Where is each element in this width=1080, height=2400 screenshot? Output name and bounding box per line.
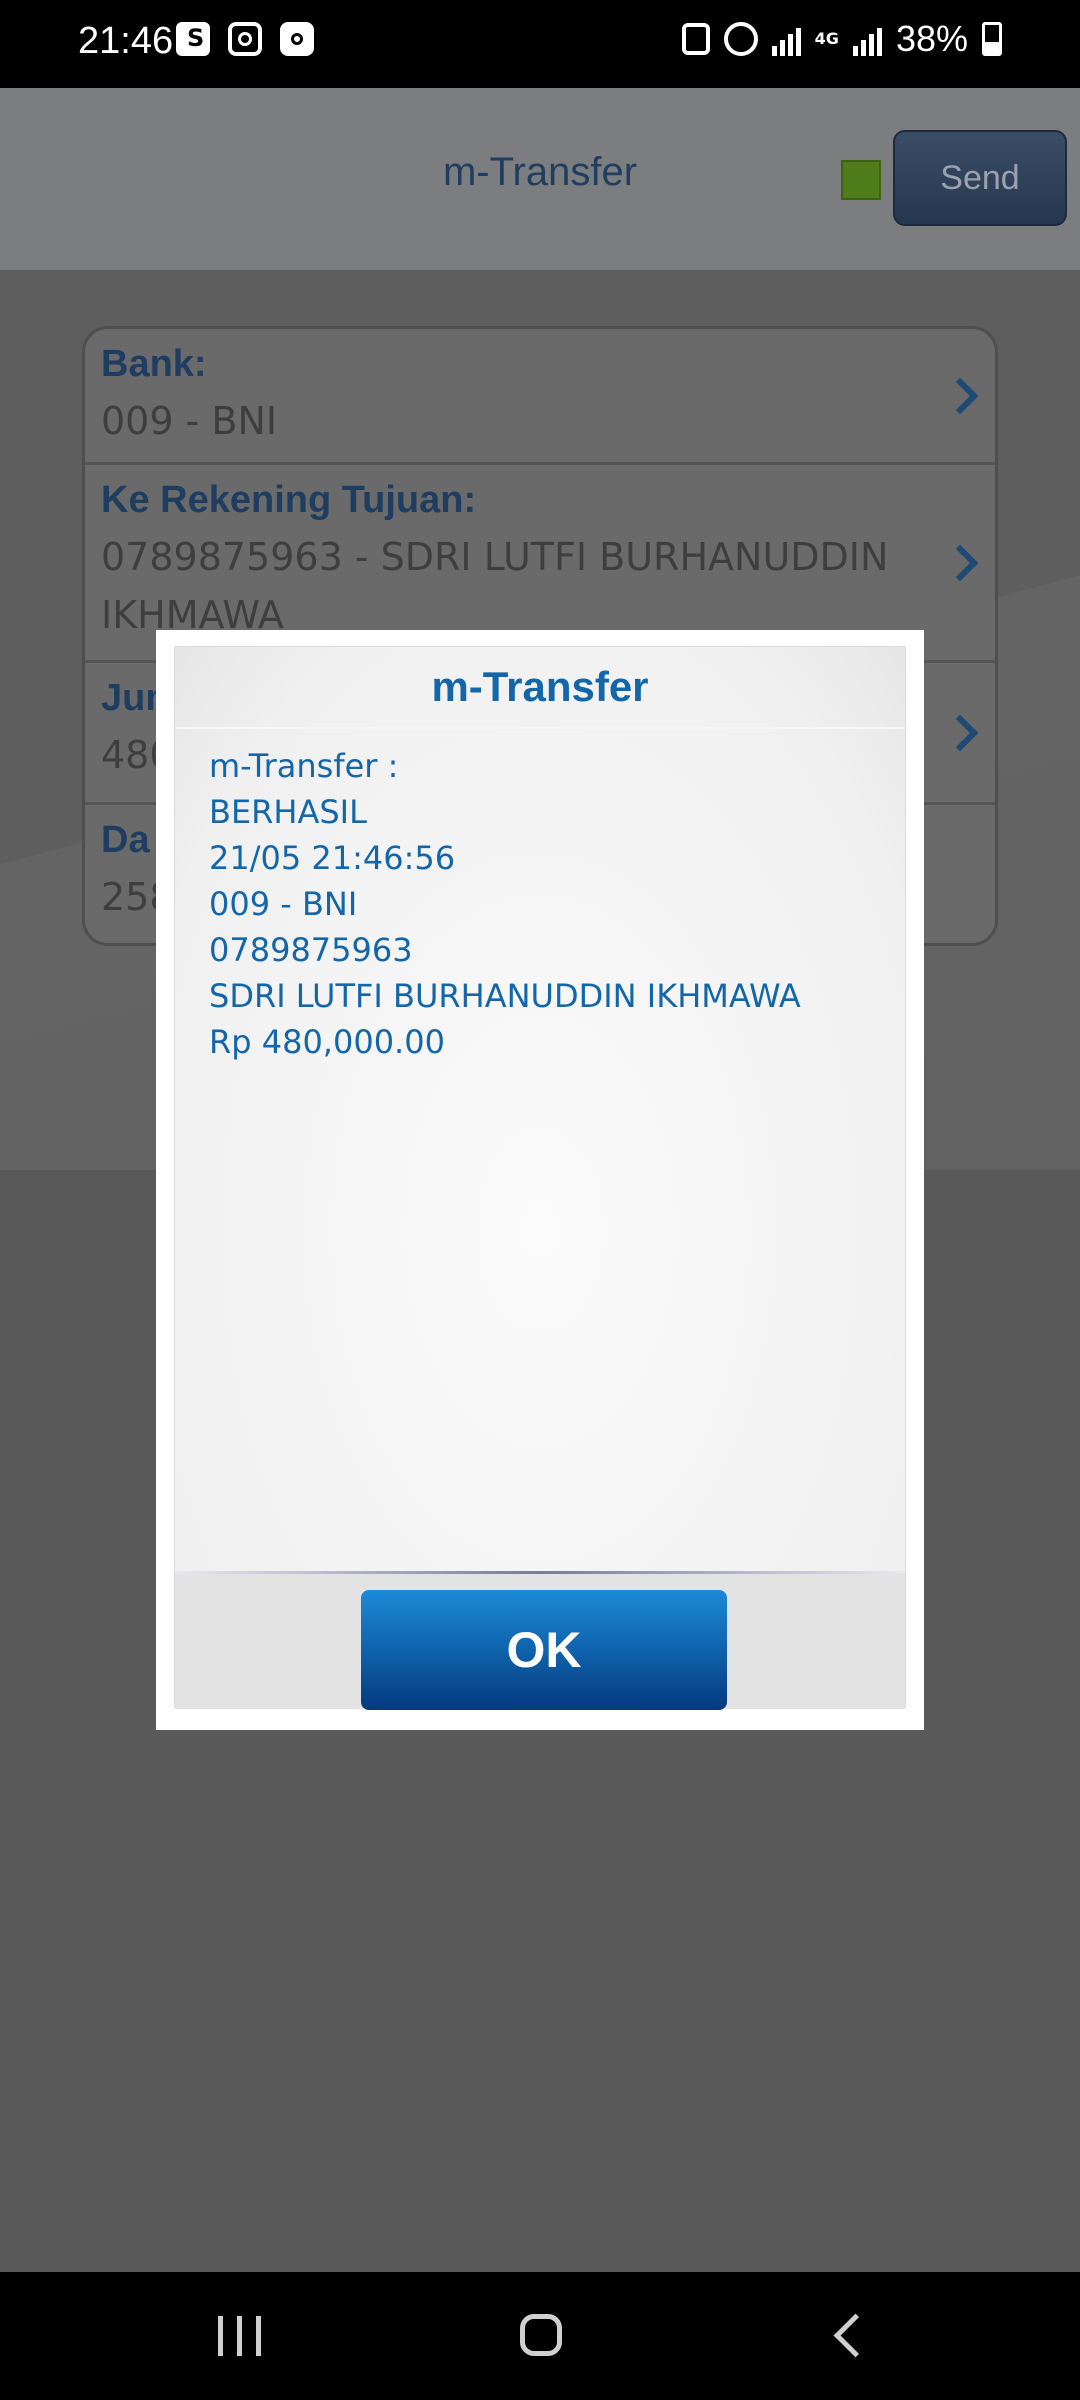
status-bar: 21:46 4G 38% xyxy=(0,0,1080,88)
recent-apps-icon[interactable] xyxy=(218,2316,261,2356)
back-icon[interactable] xyxy=(833,2313,878,2358)
form-value: 0789875963 - SDRI LUTFI BURHANUDDIN IKHM… xyxy=(101,535,889,637)
app-header: m-Transfer Send xyxy=(0,88,1080,273)
message-line: SDRI LUTFI BURHANUDDIN IKHMAWA xyxy=(209,977,801,1015)
dialog-title: m-Transfer xyxy=(175,647,905,729)
battery-percent: 38% xyxy=(895,18,968,59)
battery-icon xyxy=(982,22,1002,56)
dialog-message: m-Transfer : BERHASIL 21/05 21:46:56 009… xyxy=(209,743,869,1065)
form-value: 009 - BNI xyxy=(101,399,278,443)
system-icons: 4G 38% xyxy=(681,18,1002,60)
instagram-icon xyxy=(228,22,262,56)
lock-icon xyxy=(681,23,710,55)
clock-app-icon xyxy=(280,22,314,56)
message-line: m-Transfer : xyxy=(209,747,399,785)
alarm-icon xyxy=(723,22,758,56)
notification-icons xyxy=(176,22,314,56)
status-indicator xyxy=(841,160,881,200)
result-dialog: m-Transfer m-Transfer : BERHASIL 21/05 2… xyxy=(156,630,924,1730)
message-line: 0789875963 xyxy=(209,931,413,969)
shopee-bag-icon xyxy=(176,22,210,56)
navigation-bar xyxy=(0,2272,1080,2400)
message-line: 21/05 21:46:56 xyxy=(209,839,456,877)
signal-icon xyxy=(852,22,882,56)
message-line: Rp 480,000.00 xyxy=(209,1023,445,1061)
network-type: 4G xyxy=(814,29,839,48)
ok-button[interactable]: OK xyxy=(361,1590,727,1710)
form-row-bank[interactable]: Bank: 009 - BNI xyxy=(85,329,995,465)
form-label: Ke Rekening Tujuan: xyxy=(101,479,477,521)
dialog-footer: OK xyxy=(175,1574,905,1710)
send-button[interactable]: Send xyxy=(893,130,1067,226)
form-label: Bank: xyxy=(101,343,207,385)
signal-icon xyxy=(771,22,801,56)
message-line: BERHASIL xyxy=(209,793,367,831)
status-time: 21:46 xyxy=(78,20,174,62)
dialog-panel: m-Transfer m-Transfer : BERHASIL 21/05 2… xyxy=(174,646,906,1710)
home-icon[interactable] xyxy=(520,2314,562,2356)
message-line: 009 - BNI xyxy=(209,885,358,923)
